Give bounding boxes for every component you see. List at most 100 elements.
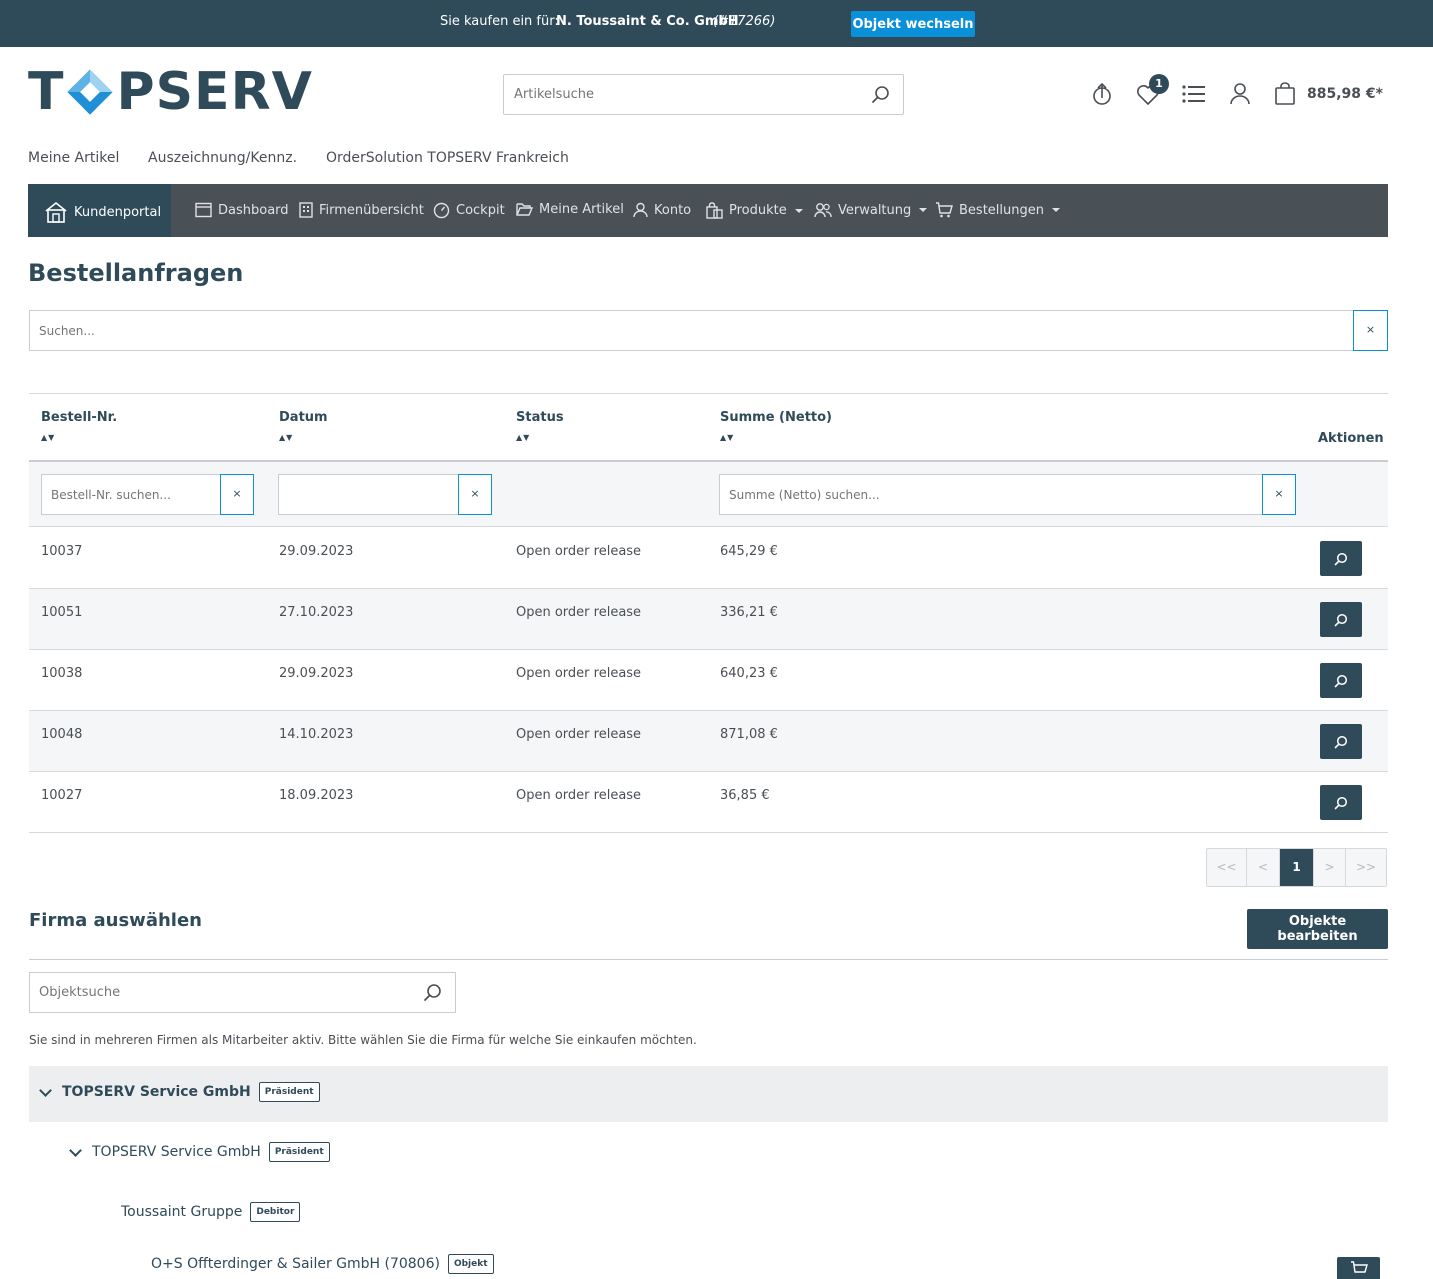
table-row: 10027 18.09.2023 Open order release 36,8… [29, 772, 1388, 833]
account-icon[interactable] [1229, 82, 1251, 110]
search-icon[interactable] [423, 983, 443, 1007]
page-first-button[interactable]: << [1207, 849, 1247, 886]
view-order-button[interactable] [1320, 663, 1362, 698]
order-filter-input[interactable] [42, 475, 220, 514]
tree-node-label: TOPSERV Service GmbH [62, 1084, 251, 1100]
table-top-border [29, 393, 1388, 394]
edit-objects-button[interactable]: Objekte bearbeiten [1247, 909, 1388, 949]
sort-toggle-icon[interactable]: ▲▼ [41, 433, 55, 442]
nav-company-overview[interactable]: Firmenübersicht [299, 202, 424, 218]
wishlist-count-badge: 1 [1149, 74, 1169, 94]
clear-search-button[interactable]: × [1353, 310, 1388, 351]
sort-toggle-icon[interactable]: ▲▼ [279, 433, 293, 442]
chevron-down-icon [1051, 208, 1060, 212]
logo-text-right: PSERV [116, 62, 313, 122]
page-last-button[interactable]: >> [1346, 849, 1386, 886]
shop-for-object-button[interactable] [1337, 1257, 1380, 1279]
topserv-logo[interactable]: T PSERV [28, 66, 313, 118]
role-tag: Objekt [447, 1254, 494, 1274]
clear-order-filter-button[interactable]: × [220, 474, 254, 515]
tree-node-topserv[interactable]: TOPSERV Service GmbH Präsident [39, 1082, 320, 1102]
subnav-my-articles[interactable]: Meine Artikel [28, 150, 119, 166]
nav-orders[interactable]: Bestellungen [935, 202, 1060, 218]
tree-node-toussaint[interactable]: Toussaint Gruppe Debitor [121, 1202, 301, 1222]
pagination: << < 1 > >> [1206, 848, 1387, 887]
clear-date-filter-button[interactable]: × [458, 474, 492, 515]
order-date: 14.10.2023 [279, 727, 354, 742]
logo-diamond-icon [66, 68, 114, 116]
nav-administration[interactable]: Verwaltung [814, 202, 928, 218]
search-icon [1334, 735, 1348, 748]
order-status: Open order release [516, 788, 642, 803]
order-sum: 640,23 € [720, 666, 778, 681]
chevron-down-icon[interactable] [39, 1083, 52, 1097]
shopping-cart-icon [1350, 1260, 1368, 1273]
order-filter [41, 474, 221, 515]
nav-my-articles[interactable]: Meine Artikel [516, 202, 624, 217]
order-number: 10027 [41, 788, 83, 803]
search-icon [1334, 552, 1348, 565]
order-date: 29.09.2023 [279, 544, 354, 559]
order-date: 18.09.2023 [279, 788, 354, 803]
order-sum: 645,29 € [720, 544, 778, 559]
folder-open-icon [516, 203, 533, 216]
tree-node-topserv-child[interactable]: TOPSERV Service GmbH Präsident [69, 1142, 330, 1162]
tree-node-offterdinger[interactable]: O+S Offterdinger & Sailer GmbH (70806) O… [151, 1254, 494, 1274]
column-header-status[interactable]: Status [516, 410, 564, 425]
order-status: Open order release [516, 544, 642, 559]
date-filter-input[interactable] [279, 475, 458, 514]
buying-for-bar: Sie kaufen ein für: N. Toussaint & Co. G… [0, 0, 1433, 47]
search-icon[interactable] [871, 85, 891, 109]
column-header-actions: Aktionen [1318, 431, 1384, 446]
page-prev-button[interactable]: < [1247, 849, 1280, 886]
nav-account[interactable]: Konto [633, 202, 691, 218]
nav-products[interactable]: Produkte [706, 202, 803, 219]
page-current-button[interactable]: 1 [1280, 849, 1314, 886]
view-order-button[interactable] [1320, 602, 1362, 637]
chevron-down-icon [794, 208, 803, 213]
sort-toggle-icon[interactable]: ▲▼ [720, 433, 734, 442]
sort-toggle-icon[interactable]: ▲▼ [516, 433, 530, 442]
tree-node-label: O+S Offterdinger & Sailer GmbH (70806) [151, 1256, 440, 1272]
order-search-input[interactable] [30, 311, 1330, 350]
view-order-button[interactable] [1320, 724, 1362, 759]
chevron-down-icon[interactable] [69, 1143, 82, 1157]
page-next-button[interactable]: > [1314, 849, 1346, 886]
article-search-input[interactable] [504, 75, 844, 114]
nav-customer-portal[interactable]: Kundenportal [28, 184, 171, 237]
column-header-sum[interactable]: Summe (Netto) [720, 410, 832, 425]
nav-dashboard[interactable]: Dashboard [195, 202, 289, 218]
cart-total[interactable]: 885,98 €* [1307, 86, 1383, 102]
order-number: 10037 [41, 544, 83, 559]
tree-node-label: Toussaint Gruppe [121, 1204, 243, 1220]
building-icon [299, 202, 313, 218]
sum-filter-input[interactable] [720, 475, 1262, 514]
switch-object-button[interactable]: Objekt wechseln [851, 11, 975, 37]
user-icon [633, 202, 648, 218]
view-order-button[interactable] [1320, 541, 1362, 576]
clear-sum-filter-button[interactable]: × [1262, 474, 1296, 515]
cart-bag-icon[interactable] [1274, 82, 1296, 110]
shopping-cart-icon [936, 202, 953, 218]
order-status: Open order release [516, 666, 642, 681]
company-select-title: Firma auswählen [29, 910, 202, 931]
search-icon [1334, 613, 1348, 626]
view-order-button[interactable] [1320, 785, 1362, 820]
buying-for-company-id: (#17266) [713, 14, 776, 29]
column-header-order[interactable]: Bestell-Nr. [41, 410, 117, 425]
nav-customer-portal-label: Kundenportal [74, 204, 162, 220]
subnav-labeling[interactable]: Auszeichnung/Kennz. [148, 150, 297, 166]
chevron-down-icon [919, 208, 928, 212]
column-header-date[interactable]: Datum [279, 410, 328, 425]
object-search-input[interactable] [30, 973, 410, 1012]
role-tag: Debitor [250, 1202, 301, 1222]
gauge-icon [433, 202, 450, 219]
subnav-ordersolution[interactable]: OrderSolution TOPSERV Frankreich [326, 150, 569, 166]
list-icon[interactable] [1182, 84, 1206, 108]
order-number: 10038 [41, 666, 83, 681]
order-search [29, 310, 1388, 351]
order-number: 10048 [41, 727, 83, 742]
nav-cockpit[interactable]: Cockpit [433, 202, 505, 219]
share-icon[interactable] [1091, 82, 1113, 110]
order-number: 10051 [41, 605, 83, 620]
